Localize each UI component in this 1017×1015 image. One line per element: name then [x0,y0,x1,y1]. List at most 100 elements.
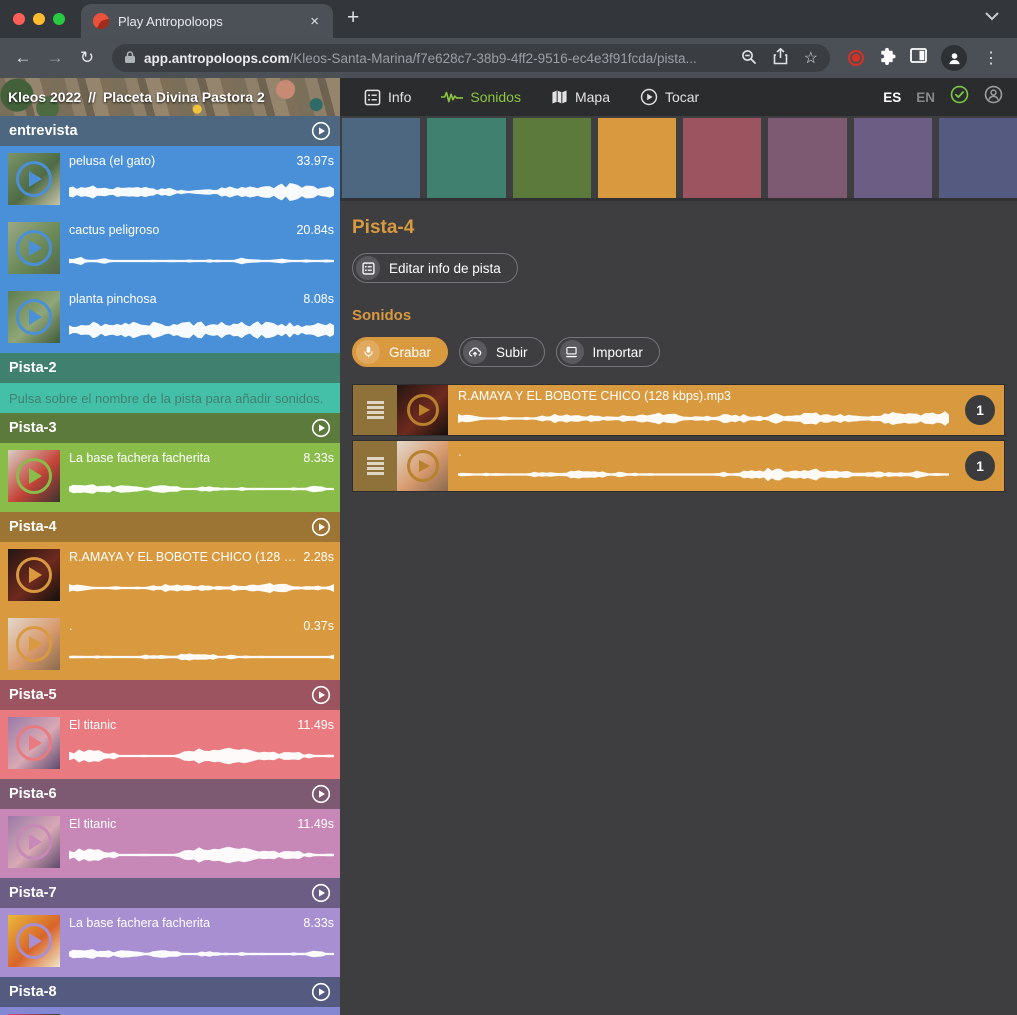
sound-waveform [69,832,334,878]
track-play-icon[interactable] [311,784,331,804]
thumb-play-icon[interactable] [16,725,52,761]
sidebar-sound-item[interactable]: planta pinchosa8.08s [0,284,340,353]
tab-search-chevron-icon[interactable] [985,8,999,26]
thumb-play-icon[interactable] [16,299,52,335]
nav-mapa-label: Mapa [575,89,610,105]
track-play-icon[interactable] [311,418,331,438]
thumb-play-icon[interactable] [16,824,52,860]
track-swatch-pista-6[interactable] [768,118,846,198]
antropoloops-favicon-icon [93,13,109,29]
thumb-play-icon[interactable] [16,230,52,266]
nav-item-mapa[interactable]: Mapa [551,89,610,105]
drag-handle[interactable] [353,385,397,435]
track-play-icon[interactable] [311,685,331,705]
track-color-swatches [340,116,1017,201]
nav-tocar-label: Tocar [665,89,699,105]
sidebar-sound-item[interactable]: Taconeo de Sara Baras (128 kbps).mp316.3… [0,1007,340,1015]
breadcrumb[interactable]: Kleos 2022 // Placeta Divina Pastora 2 [0,78,340,116]
window-zoom-button[interactable] [53,13,65,25]
url-domain: app.antropoloops.com [144,51,290,66]
browser-menu-icon[interactable]: ⋮ [981,48,1001,68]
nav-item-sonidos[interactable]: Sonidos [441,89,521,105]
side-panel-icon[interactable] [910,48,927,68]
share-icon[interactable] [773,48,788,68]
waveform-graphic [69,733,334,779]
sound-body: El titanic11.49s [69,717,334,779]
import-button[interactable]: Importar [556,337,660,367]
track-swatch-pista-4[interactable] [598,118,676,198]
thumb-play-icon[interactable] [16,557,52,593]
track-swatch-entrevista[interactable] [342,118,420,198]
track-detail-panel: Pista-4 Editar info de pista Sonidos Gra… [340,116,1017,1015]
sidebar-sound-item[interactable]: El titanic11.49s [0,809,340,878]
sidebar-sound-item[interactable]: El titanic11.49s [0,710,340,779]
track-swatch-pista-3[interactable] [513,118,591,198]
breadcrumb-project[interactable]: Kleos 2022 [8,89,81,105]
url-path: /Kleos-Santa-Marina/f7e628c7-38b9-4ff2-9… [290,51,697,66]
track-swatch-pista-2[interactable] [427,118,505,198]
sound-name: El titanic [69,817,116,831]
recording-extension-icon[interactable] [848,50,864,66]
account-icon[interactable] [984,85,1003,109]
forward-button[interactable]: → [42,45,68,71]
track-header-pista-7[interactable]: Pista-7 [0,878,340,908]
window-minimize-button[interactable] [33,13,45,25]
back-button[interactable]: ← [10,45,36,71]
thumb-play-icon[interactable] [407,450,439,482]
track-header-pista-5[interactable]: Pista-5 [0,680,340,710]
track-header-pista-8[interactable]: Pista-8 [0,977,340,1007]
zoom-out-icon[interactable] [741,49,757,68]
thumb-play-icon[interactable] [407,394,439,426]
reload-button[interactable]: ↻ [74,45,100,71]
sound-row-title: R.AMAYA Y EL BOBOTE CHICO (128 kbps).mp3 [458,389,949,403]
new-tab-button[interactable]: + [347,6,359,30]
bookmark-star-icon[interactable]: ☆ [804,48,818,68]
sound-name: La base fachera facherita [69,451,210,465]
track-swatch-pista-8[interactable] [939,118,1017,198]
track-header-pista-2[interactable]: Pista-2 [0,353,340,383]
sound-thumbnail [8,618,60,670]
track-header-pista-4[interactable]: Pista-4 [0,512,340,542]
track-header-pista-6[interactable]: Pista-6 [0,779,340,809]
nav-item-tocar[interactable]: Tocar [640,88,699,106]
sidebar-sound-item[interactable]: La base fachera facherita8.33s [0,908,340,977]
window-close-button[interactable] [13,13,25,25]
sound-thumbnail [8,717,60,769]
url-bar[interactable]: app.antropoloops.com/Kleos-Santa-Marina/… [112,44,830,72]
track-play-icon[interactable] [311,982,331,1002]
browser-tab[interactable]: Play Antropoloops × [81,4,333,38]
thumb-play-icon[interactable] [16,458,52,494]
drag-handle[interactable] [353,441,397,491]
nav-item-info[interactable]: Info [364,89,411,106]
lang-en-button[interactable]: EN [916,90,935,105]
track-play-icon[interactable] [311,883,331,903]
edit-track-info-button[interactable]: Editar info de pista [352,253,518,283]
upload-button[interactable]: Subir [459,337,545,367]
track-swatch-pista-5[interactable] [683,118,761,198]
tab-close-icon[interactable]: × [308,13,321,30]
thumb-play-icon[interactable] [16,626,52,662]
breadcrumb-track[interactable]: Placeta Divina Pastora 2 [103,89,265,105]
track-play-icon[interactable] [311,121,331,141]
sound-actions: Grabar Subir Importar [352,337,1005,367]
track-name-label: entrevista [9,123,78,139]
sidebar-sound-item[interactable]: .0.37s [0,611,340,680]
record-button[interactable]: Grabar [352,337,448,367]
track-swatch-pista-7[interactable] [854,118,932,198]
sidebar-sound-item[interactable]: pelusa (el gato)33.97s [0,146,340,215]
extensions-puzzle-icon[interactable] [878,46,896,70]
track-header-entrevista[interactable]: entrevista [0,116,340,146]
thumb-play-icon[interactable] [16,161,52,197]
thumb-play-icon[interactable] [16,923,52,959]
sidebar-sound-item[interactable]: cactus peligroso20.84s [0,215,340,284]
editor-sound-row[interactable]: .1 [352,440,1005,492]
browser-profile-avatar[interactable] [941,45,967,71]
lang-es-button[interactable]: ES [883,90,901,105]
track-play-icon[interactable] [311,517,331,537]
sidebar-sound-item[interactable]: R.AMAYA Y EL BOBOTE CHICO (128 kbps)....… [0,542,340,611]
sidebar-sound-item[interactable]: La base fachera facherita8.33s [0,443,340,512]
waveform-graphic [69,634,334,680]
track-header-pista-3[interactable]: Pista-3 [0,413,340,443]
editor-sound-row[interactable]: R.AMAYA Y EL BOBOTE CHICO (128 kbps).mp3… [352,384,1005,436]
sound-title-row: El titanic11.49s [69,718,334,732]
